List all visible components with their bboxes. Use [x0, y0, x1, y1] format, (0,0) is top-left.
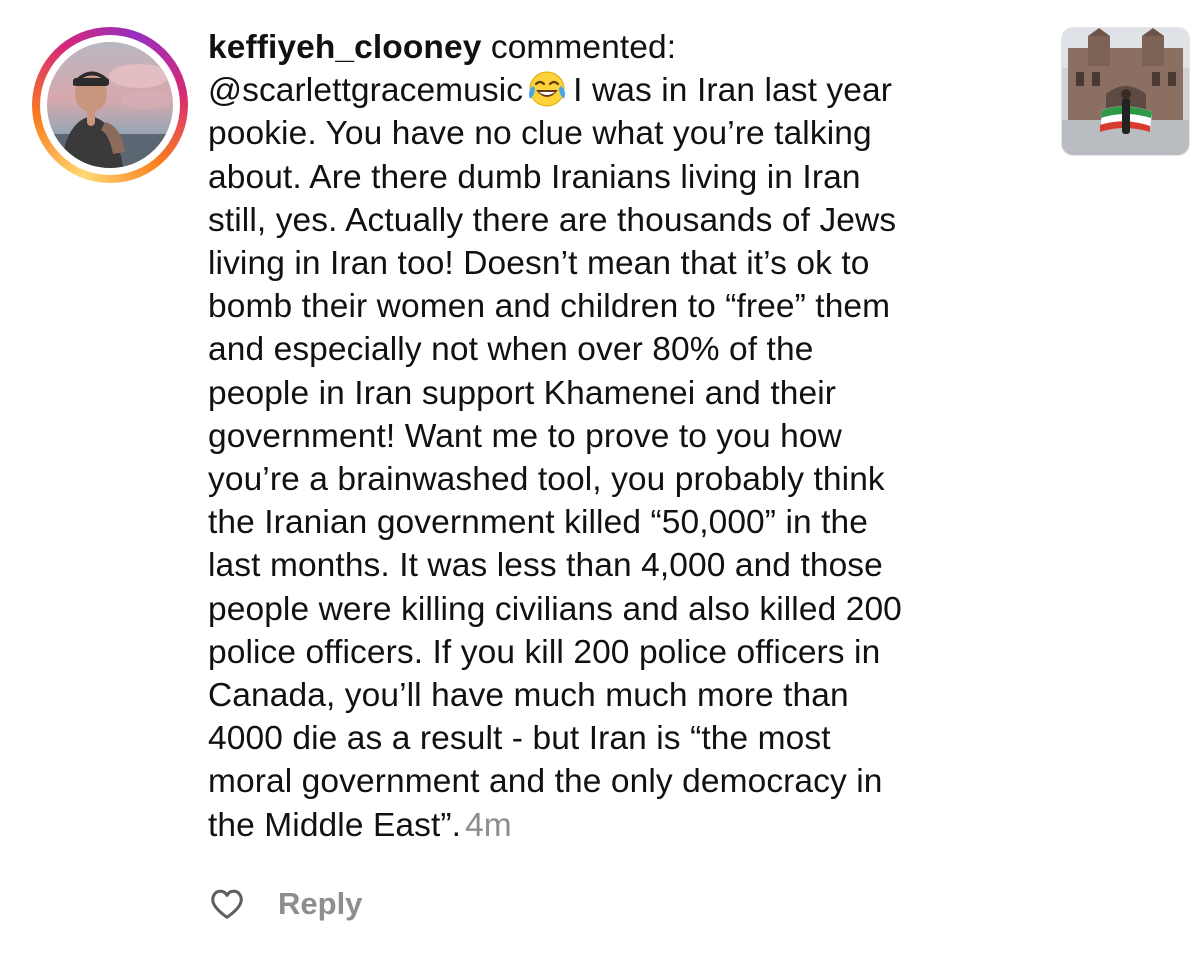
- post-thumbnail-image: [1062, 28, 1189, 155]
- comment-header: keffiyeh_clooney commented:: [208, 26, 1038, 69]
- comment-actions: Reply: [208, 883, 362, 925]
- comment-line: bomb their women and children to “free” …: [208, 288, 891, 326]
- comment-line: people in Iran support Khamenei and thei…: [208, 374, 836, 412]
- comment-line: government! Want me to prove to you how: [208, 417, 842, 455]
- like-button[interactable]: [208, 885, 246, 923]
- heart-outline-icon: [211, 889, 243, 919]
- comment-line: about. Are there dumb Iranians living in…: [208, 158, 861, 196]
- comment-username[interactable]: keffiyeh_clooney: [208, 29, 481, 66]
- comment-line: people were killing civilians and also k…: [208, 590, 902, 628]
- comment-line: still, yes. Actually there are thousands…: [208, 201, 897, 239]
- comment-body: keffiyeh_clooney commented: @scarlettgra…: [208, 26, 1038, 847]
- comment-line: @scarlettgracemusic I was in Iran last y…: [208, 69, 1038, 112]
- comment-line: pookie. You have no clue what you’re tal…: [208, 115, 872, 153]
- comment-line: living in Iran too! Doesn’t mean that it…: [208, 245, 870, 283]
- comment-line-text: the Middle East”.: [208, 806, 462, 844]
- comment-line: police officers. If you kill 200 police …: [208, 633, 881, 671]
- comment-timestamp: 4m: [465, 806, 512, 844]
- comment-mention[interactable]: @scarlettgracemusic: [208, 72, 523, 109]
- story-ring-gap: [40, 35, 180, 175]
- comment-line: you’re a brainwashed tool, you probably …: [208, 461, 885, 499]
- post-thumbnail[interactable]: [1061, 27, 1190, 156]
- comment-action-text: commented:: [481, 29, 677, 66]
- comment-line: and especially not when over 80% of the: [208, 331, 814, 369]
- comment-line: 4000 die as a result - but Iran is “the …: [208, 720, 831, 758]
- comment-line: moral government and the only democracy …: [208, 763, 883, 801]
- comment-line: last months. It was less than 4,000 and …: [208, 547, 883, 585]
- reply-button[interactable]: Reply: [278, 886, 362, 922]
- story-ring[interactable]: [32, 27, 188, 183]
- comment-last-line: the Middle East”. 4m: [208, 804, 1038, 847]
- comment-line: the Iranian government killed “50,000” i…: [208, 504, 869, 542]
- comment-line: Canada, you’ll have much much more than: [208, 677, 849, 715]
- avatar[interactable]: [47, 42, 173, 168]
- comment-line-text: I was in Iran last year: [573, 72, 892, 110]
- face-with-tears-of-joy-icon: [529, 71, 566, 107]
